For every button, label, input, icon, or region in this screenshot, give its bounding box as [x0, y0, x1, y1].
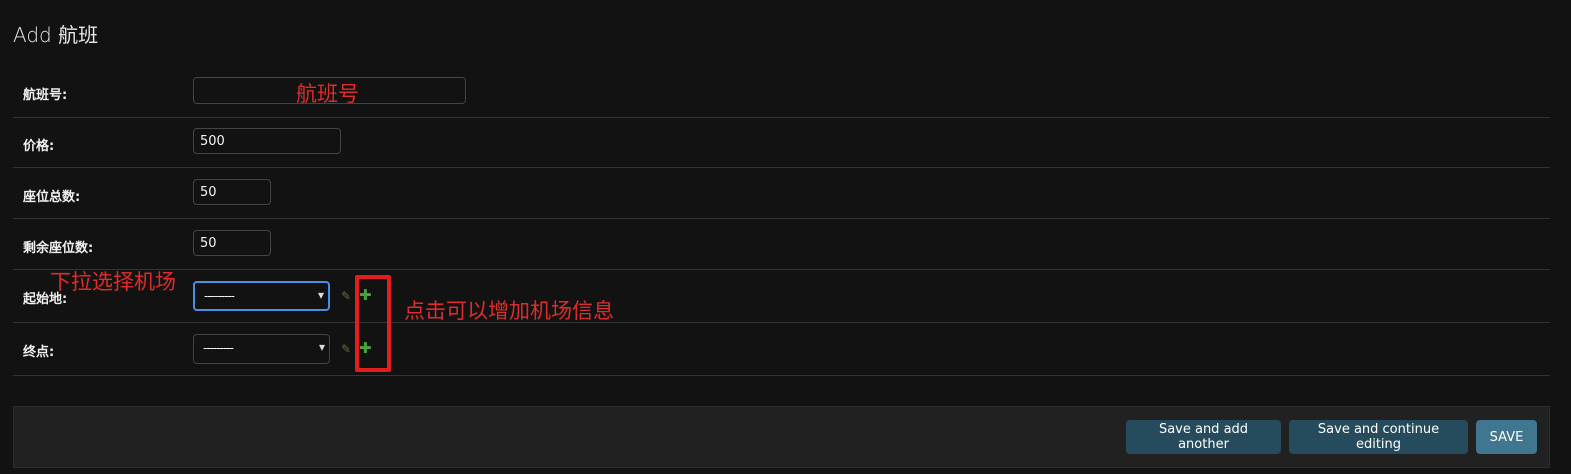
price-label: 价格: — [23, 139, 55, 154]
annotation-flight-no: 航班号 — [296, 82, 359, 106]
total-seats-input[interactable] — [193, 179, 271, 205]
annotation-highlight-box — [355, 275, 391, 372]
pencil-icon[interactable]: ✎ — [341, 289, 351, 303]
price-input[interactable] — [193, 128, 341, 154]
annotation-dropdown: 下拉选择机场 — [50, 270, 176, 294]
annotation-add: 点击可以增加机场信息 — [404, 299, 614, 323]
total-seats-label: 座位总数: — [23, 190, 81, 205]
chevron-down-icon: ▾ — [318, 340, 325, 354]
remaining-seats-input[interactable] — [193, 230, 271, 256]
form-row-remaining-seats: 剩余座位数: — [13, 218, 1550, 270]
origin-selected-value: --------- — [204, 289, 235, 303]
submit-row: Save and add another Save and continue e… — [13, 406, 1550, 468]
page-title: Add 航班 — [13, 23, 99, 47]
form-row-origin: 起始地: --------- ▾ ✎ ✚ — [13, 269, 1550, 323]
chevron-down-icon: ▾ — [317, 288, 324, 302]
flight-no-label: 航班号: — [23, 88, 68, 103]
form-row-total-seats: 座位总数: — [13, 167, 1550, 219]
form-row-flight-no: 航班号: — [13, 66, 1550, 118]
save-button[interactable]: SAVE — [1476, 420, 1537, 454]
pencil-icon[interactable]: ✎ — [341, 342, 351, 356]
save-and-continue-button[interactable]: Save and continue editing — [1289, 420, 1468, 454]
destination-selected-value: --------- — [203, 341, 234, 355]
origin-select[interactable]: --------- ▾ — [193, 281, 330, 311]
destination-select[interactable]: --------- ▾ — [193, 334, 330, 364]
remaining-seats-label: 剩余座位数: — [23, 241, 94, 256]
destination-label: 终点: — [23, 345, 55, 360]
save-and-add-another-button[interactable]: Save and add another — [1126, 420, 1281, 454]
form-row-price: 价格: — [13, 117, 1550, 168]
form-row-destination: 终点: --------- ▾ ✎ ✚ — [13, 322, 1550, 376]
